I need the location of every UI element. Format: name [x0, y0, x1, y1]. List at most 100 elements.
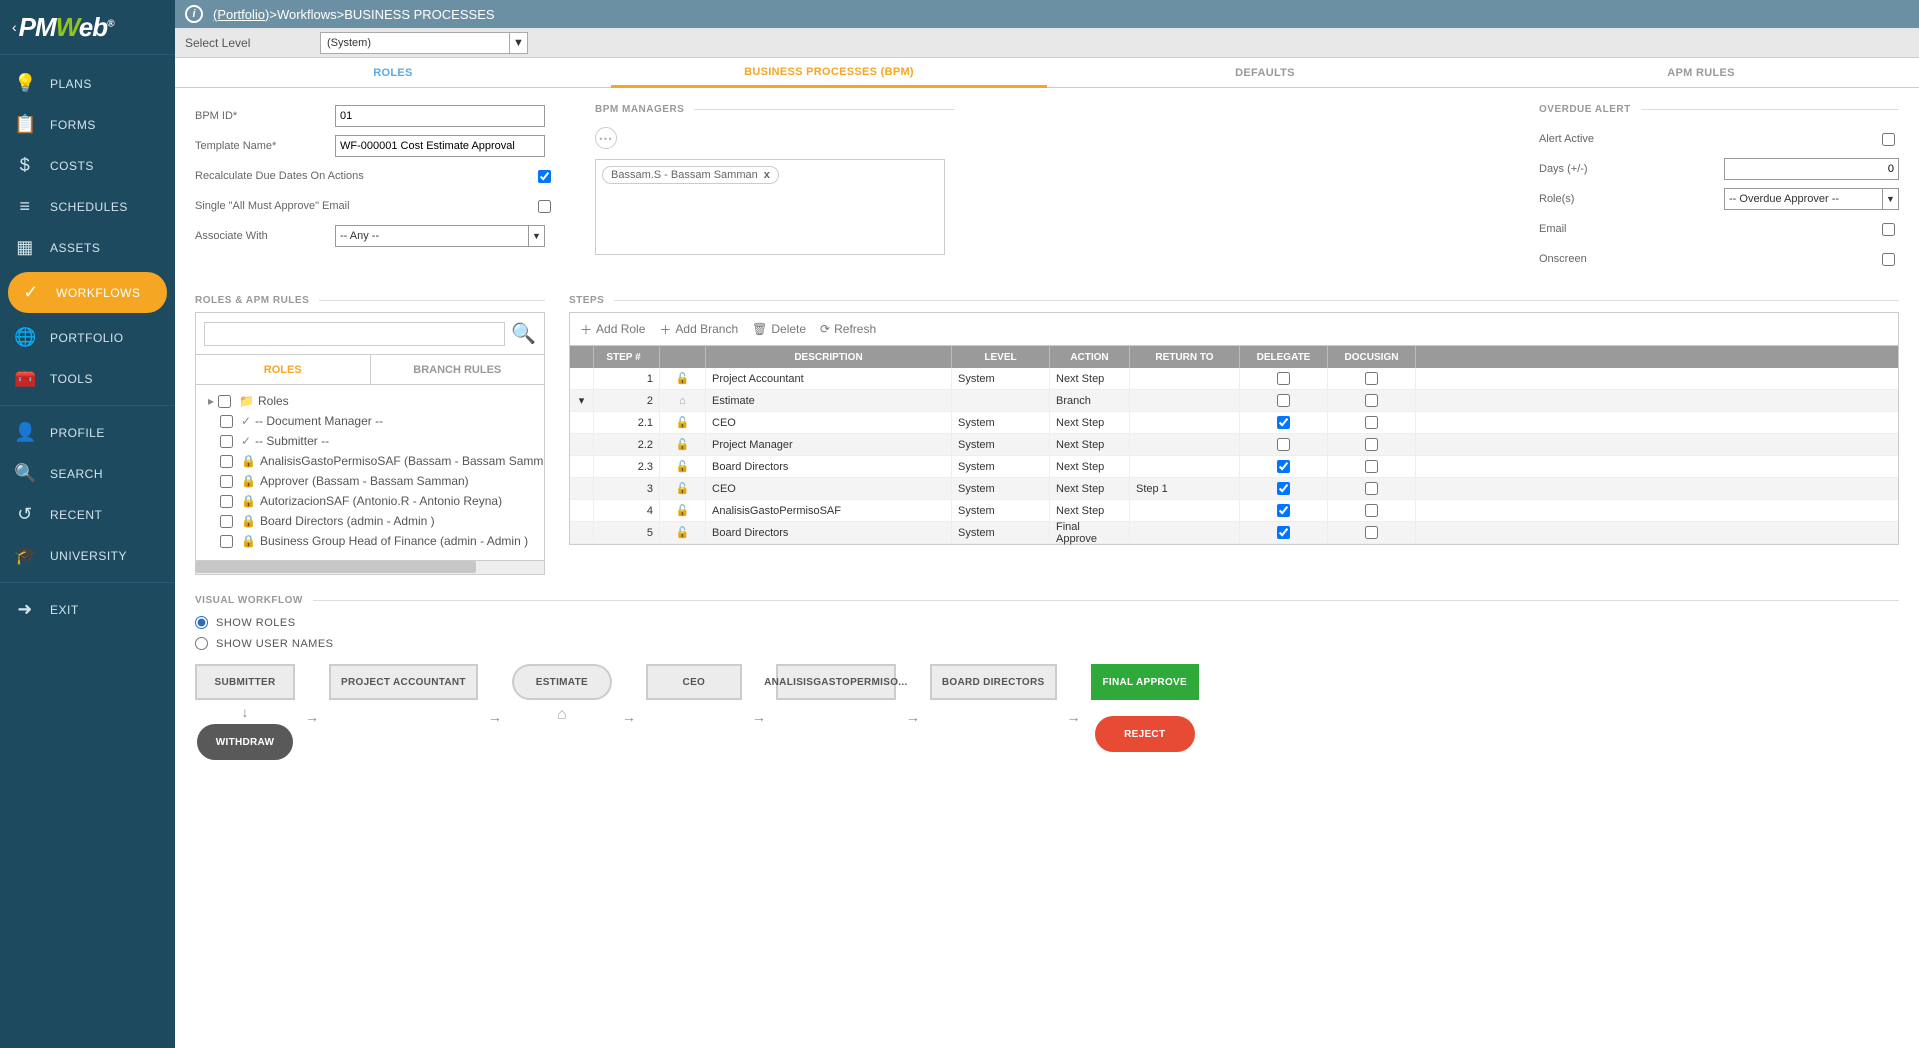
- bpm-id-input[interactable]: [335, 105, 545, 127]
- select-level-dropdown[interactable]: (System) ▼: [320, 32, 528, 54]
- template-name-input[interactable]: [335, 135, 545, 157]
- docusign-checkbox[interactable]: [1365, 372, 1378, 385]
- grid-row[interactable]: 2.3 🔓 Board Directors System Next Step: [570, 456, 1898, 478]
- refresh-button[interactable]: ⟳Refresh: [820, 322, 876, 336]
- nav-tools[interactable]: 🧰TOOLS: [0, 358, 175, 399]
- delegate-checkbox[interactable]: [1277, 482, 1290, 495]
- grid-row[interactable]: 2.2 🔓 Project Manager System Next Step: [570, 434, 1898, 456]
- show-user-names-radio[interactable]: [195, 637, 208, 650]
- email-checkbox[interactable]: [1882, 223, 1895, 236]
- node-reject[interactable]: REJECT: [1095, 716, 1195, 752]
- nav-portfolio[interactable]: 🌐PORTFOLIO: [0, 317, 175, 358]
- alert-active-checkbox[interactable]: [1882, 133, 1895, 146]
- delegate-checkbox[interactable]: [1277, 526, 1290, 539]
- delegate-checkbox[interactable]: [1277, 394, 1290, 407]
- tree-scrollbar[interactable]: [196, 560, 544, 574]
- grid-row[interactable]: 3 🔓 CEO System Next Step Step 1: [570, 478, 1898, 500]
- delegate-checkbox[interactable]: [1277, 438, 1290, 451]
- nav-forms[interactable]: 📋FORMS: [0, 104, 175, 145]
- tree-checkbox[interactable]: [220, 435, 233, 448]
- tree-item[interactable]: 🔒 AutorizacionSAF (Antonio.R - Antonio R…: [202, 491, 538, 511]
- expand-icon[interactable]: [570, 500, 594, 521]
- subtab-roles[interactable]: ROLES: [196, 355, 371, 384]
- show-roles-radio[interactable]: [195, 616, 208, 629]
- nav-workflows[interactable]: ✓WORKFLOWS: [8, 272, 167, 313]
- tab-apm-rules[interactable]: APM RULES: [1483, 58, 1919, 87]
- tree-root[interactable]: ▸ 📁 Roles: [202, 391, 538, 411]
- roles-tree[interactable]: ▸ 📁 Roles ✓ -- Document Manager -- ✓ -- …: [195, 385, 545, 575]
- node-submitter[interactable]: SUBMITTER: [195, 664, 295, 700]
- delegate-checkbox[interactable]: [1277, 460, 1290, 473]
- expand-icon[interactable]: [570, 368, 594, 389]
- node-analisis[interactable]: ANALISISGASTOPERMISO...: [776, 664, 896, 700]
- delegate-checkbox[interactable]: [1277, 372, 1290, 385]
- tree-checkbox[interactable]: [220, 515, 233, 528]
- docusign-checkbox[interactable]: [1365, 482, 1378, 495]
- docusign-checkbox[interactable]: [1365, 416, 1378, 429]
- tree-checkbox[interactable]: [220, 535, 233, 548]
- add-branch-button[interactable]: ＋Add Branch: [659, 321, 738, 338]
- nav-plans[interactable]: 💡PLANS: [0, 63, 175, 104]
- tree-item[interactable]: 🔒 Board Directors (admin - Admin ): [202, 511, 538, 531]
- grid-row[interactable]: 5 🔓 Board Directors System Final Approve: [570, 522, 1898, 544]
- expand-icon[interactable]: [570, 434, 594, 455]
- remove-tag-icon[interactable]: x: [764, 169, 770, 181]
- tree-item[interactable]: 🔒 AnalisisGastoPermisoSAF (Bassam - Bass…: [202, 451, 538, 471]
- docusign-checkbox[interactable]: [1365, 394, 1378, 407]
- info-icon[interactable]: i: [185, 5, 203, 23]
- expand-icon[interactable]: [570, 456, 594, 477]
- expand-icon[interactable]: [570, 522, 594, 543]
- grid-row[interactable]: ▾ 2 ⌂ Estimate Branch: [570, 390, 1898, 412]
- nav-recent[interactable]: ↺RECENT: [0, 494, 175, 535]
- tree-checkbox[interactable]: [220, 475, 233, 488]
- roles-select[interactable]: -- Overdue Approver -- ▼: [1724, 188, 1899, 210]
- delete-button[interactable]: 🗑Delete: [752, 322, 806, 336]
- expand-icon[interactable]: ▾: [570, 390, 594, 411]
- onscreen-checkbox[interactable]: [1882, 253, 1895, 266]
- tab-roles[interactable]: ROLES: [175, 58, 611, 87]
- breadcrumb-portfolio[interactable]: (Portfolio): [213, 7, 269, 22]
- nav-search[interactable]: 🔍SEARCH: [0, 453, 175, 494]
- tree-item[interactable]: ✓ -- Submitter --: [202, 431, 538, 451]
- docusign-checkbox[interactable]: [1365, 460, 1378, 473]
- tab-bpm[interactable]: BUSINESS PROCESSES (BPM): [611, 58, 1047, 88]
- tree-item[interactable]: ✓ -- Document Manager --: [202, 411, 538, 431]
- expand-icon[interactable]: [570, 412, 594, 433]
- single-email-checkbox[interactable]: [538, 200, 551, 213]
- grid-row[interactable]: 2.1 🔓 CEO System Next Step: [570, 412, 1898, 434]
- node-estimate[interactable]: ESTIMATE: [512, 664, 612, 700]
- tree-checkbox[interactable]: [218, 395, 231, 408]
- delegate-checkbox[interactable]: [1277, 504, 1290, 517]
- tab-defaults[interactable]: DEFAULTS: [1047, 58, 1483, 87]
- recalc-checkbox[interactable]: [538, 170, 551, 183]
- node-ceo[interactable]: CEO: [646, 664, 742, 700]
- nav-assets[interactable]: ▦ASSETS: [0, 227, 175, 268]
- nav-profile[interactable]: 👤PROFILE: [0, 412, 175, 453]
- nav-costs[interactable]: $COSTS: [0, 145, 175, 186]
- tree-checkbox[interactable]: [220, 455, 233, 468]
- roles-search-input[interactable]: [204, 322, 505, 346]
- associate-with-select[interactable]: -- Any -- ▼: [335, 225, 545, 247]
- subtab-branch-rules[interactable]: BRANCH RULES: [371, 355, 545, 384]
- tree-item[interactable]: 🔒 Business Group Head of Finance (admin …: [202, 531, 538, 551]
- days-input[interactable]: [1724, 158, 1899, 180]
- node-board[interactable]: BOARD DIRECTORS: [930, 664, 1057, 700]
- docusign-checkbox[interactable]: [1365, 438, 1378, 451]
- tree-checkbox[interactable]: [220, 415, 233, 428]
- tree-item[interactable]: 🔒 Approver (Bassam - Bassam Samman): [202, 471, 538, 491]
- docusign-checkbox[interactable]: [1365, 526, 1378, 539]
- search-icon[interactable]: 🔍: [511, 321, 536, 346]
- collapse-chevron-icon[interactable]: ‹: [12, 19, 17, 35]
- node-project-accountant[interactable]: PROJECT ACCOUNTANT: [329, 664, 478, 700]
- delegate-checkbox[interactable]: [1277, 416, 1290, 429]
- node-final-approve[interactable]: FINAL APPROVE: [1091, 664, 1199, 700]
- nav-exit[interactable]: ➜EXIT: [0, 589, 175, 630]
- nav-schedules[interactable]: ≡SCHEDULES: [0, 186, 175, 227]
- expand-icon[interactable]: [570, 478, 594, 499]
- add-manager-button[interactable]: ⋯: [595, 127, 617, 149]
- tree-checkbox[interactable]: [220, 495, 233, 508]
- grid-row[interactable]: 1 🔓 Project Accountant System Next Step: [570, 368, 1898, 390]
- add-role-button[interactable]: ＋Add Role: [580, 321, 645, 338]
- nav-university[interactable]: 🎓UNIVERSITY: [0, 535, 175, 576]
- node-withdraw[interactable]: WITHDRAW: [197, 724, 293, 760]
